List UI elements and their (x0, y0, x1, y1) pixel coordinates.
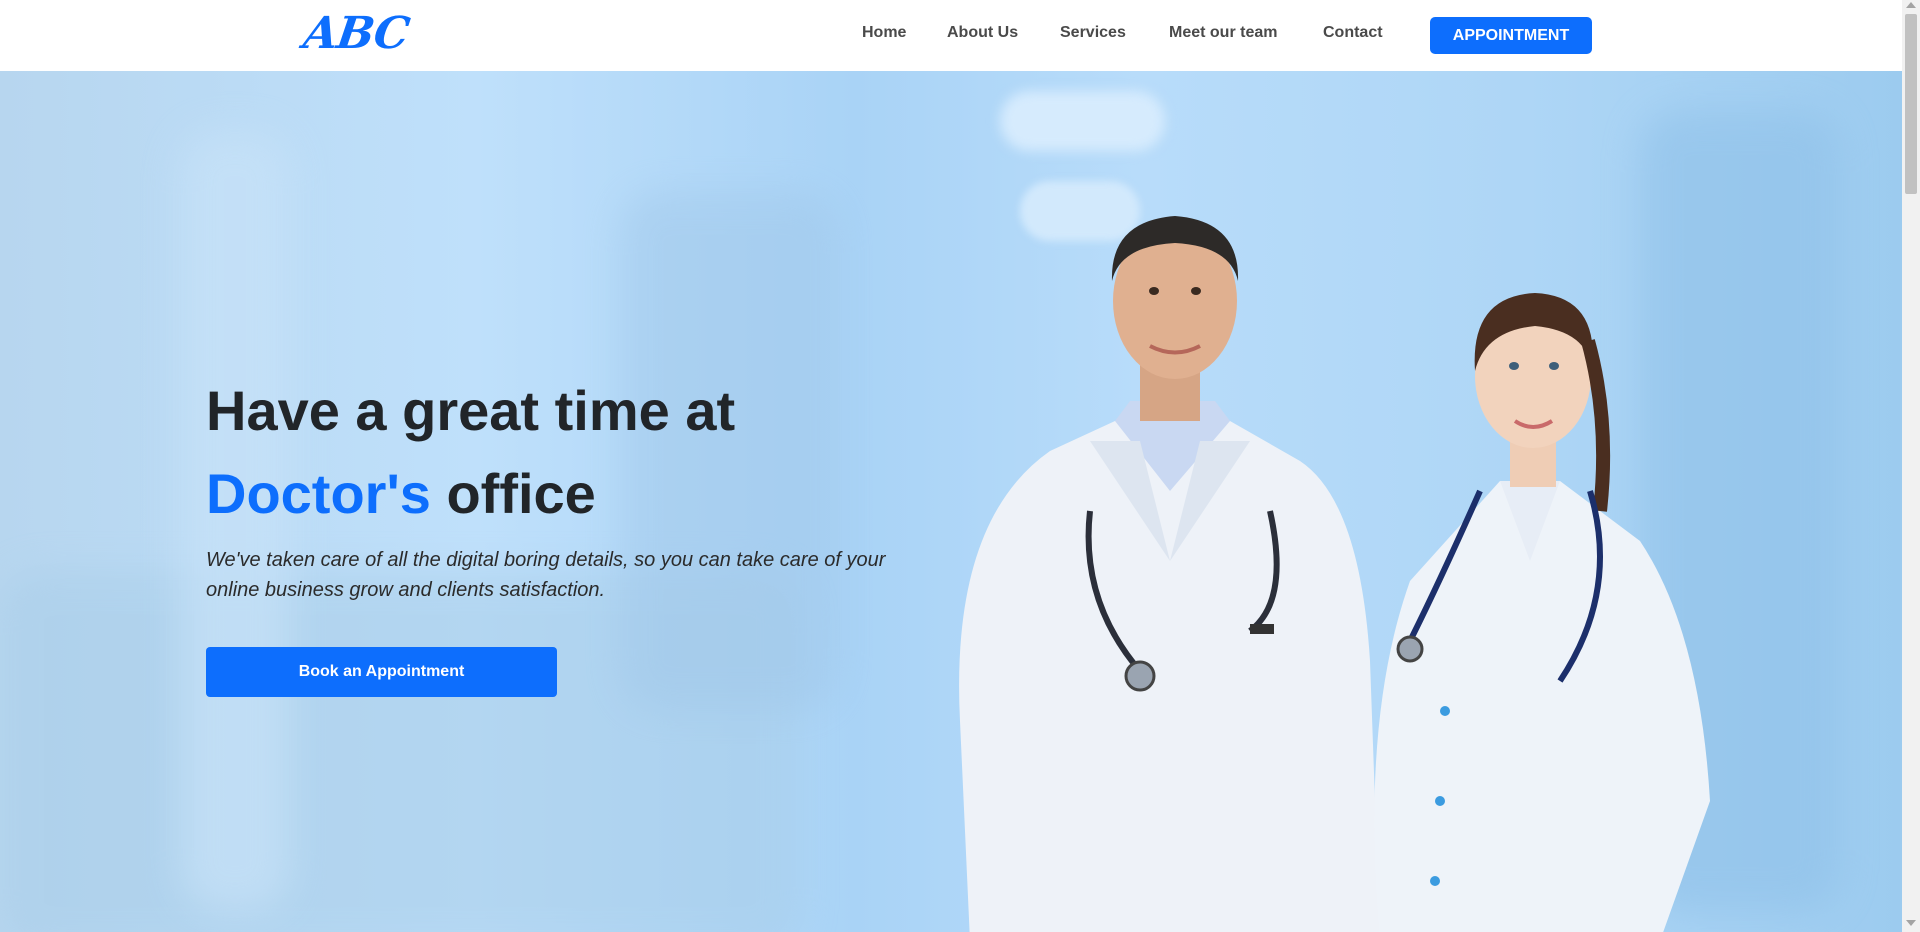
nav-link-home[interactable]: Home (862, 24, 906, 42)
page-scrollbar[interactable] (1902, 0, 1920, 932)
nav-link-services[interactable]: Services (1060, 24, 1126, 42)
appointment-button[interactable]: APPOINTMENT (1430, 17, 1592, 54)
nav-link-about-us[interactable]: About Us (947, 24, 1018, 42)
scroll-up-arrow-icon[interactable] (1906, 2, 1916, 8)
nav-link-meet-our-team[interactable]: Meet our team (1169, 24, 1277, 42)
hero-subtitle: We've taken care of all the digital bori… (206, 549, 886, 601)
doctors-image (959, 216, 1710, 932)
hero-title-rest: office (446, 462, 596, 525)
hero-title-accent: Doctor's (206, 462, 431, 525)
scroll-down-arrow-icon[interactable] (1906, 920, 1916, 926)
nav-link-contact[interactable]: Contact (1323, 24, 1383, 42)
hero-title-line1: Have a great time at (206, 379, 736, 442)
scrollbar-thumb[interactable] (1905, 14, 1917, 194)
background-light (1000, 91, 1165, 151)
navbar: ABC Home About Us Services Meet our team… (0, 0, 1902, 71)
female-doctor-figure (1374, 293, 1710, 932)
site-logo[interactable]: ABC (300, 8, 411, 59)
hero-title: Have a great time at Doctor's office (206, 369, 966, 535)
book-appointment-button[interactable]: Book an Appointment (206, 647, 557, 697)
male-doctor-figure (959, 216, 1380, 932)
hero-section: Have a great time at Doctor's office We'… (0, 71, 1902, 932)
